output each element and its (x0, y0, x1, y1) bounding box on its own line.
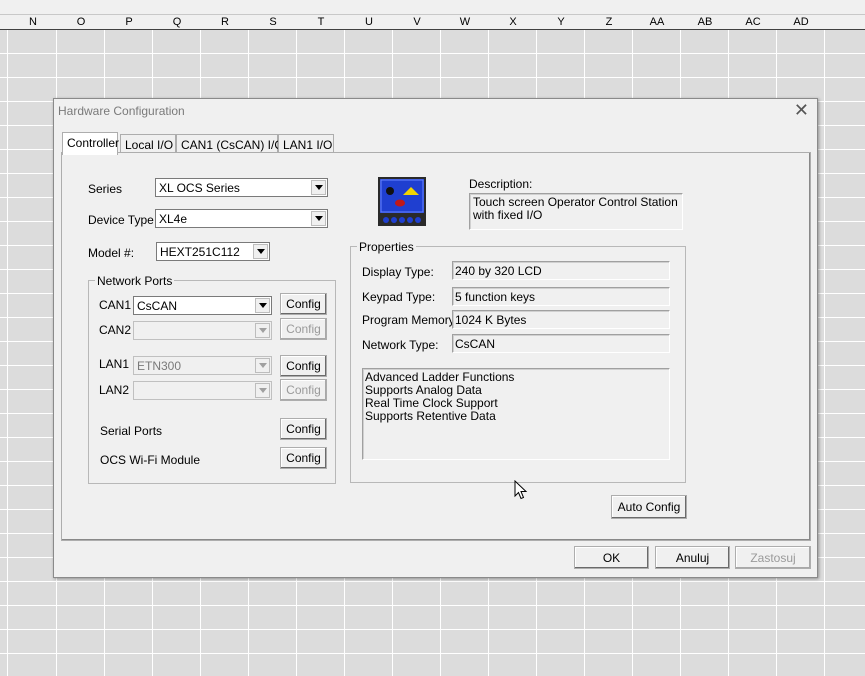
column-header-n[interactable]: N (9, 16, 57, 28)
can1-value: CsCAN (137, 299, 178, 313)
tab-lan1-io[interactable]: LAN1 I/O (278, 134, 334, 154)
network-type-value: CsCAN (455, 337, 496, 351)
network-ports-title: Network Ports (95, 274, 175, 288)
device-type-dropdown[interactable]: XL4e (155, 209, 328, 228)
column-header-r[interactable]: R (201, 16, 249, 28)
lan1-value: ETN300 (137, 359, 182, 373)
lan2-dropdown[interactable] (133, 381, 272, 400)
network-type-label: Network Type: (362, 338, 439, 352)
column-header-u[interactable]: U (345, 16, 393, 28)
column-header-t[interactable]: T (297, 16, 345, 28)
series-label: Series (88, 182, 123, 196)
auto-config-button[interactable]: Auto Config (611, 495, 687, 519)
model-dropdown[interactable]: HEXT251C112 (156, 242, 270, 261)
device-image-icon (378, 177, 426, 226)
can1-dropdown[interactable]: CsCAN (133, 296, 272, 315)
display-type-field: 240 by 320 LCD (452, 261, 670, 280)
serial-ports-config-button[interactable]: Config (280, 418, 327, 440)
column-header-ab[interactable]: AB (681, 16, 729, 28)
lan2-label: LAN2 (99, 383, 130, 397)
column-header-ad[interactable]: AD (777, 16, 825, 28)
network-type-field: CsCAN (452, 334, 670, 353)
column-header-o[interactable]: O (57, 16, 105, 28)
wifi-module-config-button[interactable]: Config (280, 447, 327, 469)
program-memory-field: 1024 K Bytes (452, 310, 670, 329)
tab-controller[interactable]: Controller (62, 132, 119, 155)
chevron-down-icon[interactable] (255, 323, 270, 338)
mouse-pointer-icon (514, 479, 528, 500)
model-label: Model #: (88, 246, 135, 260)
display-type-value: 240 by 320 LCD (455, 264, 542, 278)
lan2-config-button[interactable]: Config (280, 379, 327, 401)
serial-ports-label: Serial Ports (100, 424, 163, 438)
series-value: XL OCS Series (159, 181, 240, 195)
column-header-q[interactable]: Q (153, 16, 201, 28)
column-header-s[interactable]: S (249, 16, 297, 28)
tab-local-io[interactable]: Local I/O (120, 134, 176, 154)
ok-button[interactable]: OK (574, 546, 649, 569)
chevron-down-icon[interactable] (255, 358, 270, 373)
can2-dropdown[interactable] (133, 321, 272, 340)
program-memory-label: Program Memory: (362, 313, 459, 327)
chevron-down-icon[interactable] (311, 211, 326, 226)
keypad-type-label: Keypad Type: (362, 290, 436, 304)
column-header-x[interactable]: X (489, 16, 537, 28)
model-value: HEXT251C112 (160, 245, 240, 259)
dialog-title: Hardware Configuration (58, 104, 185, 118)
can2-config-button[interactable]: Config (280, 318, 327, 340)
display-type-label: Display Type: (362, 265, 434, 279)
series-dropdown[interactable]: XL OCS Series (155, 178, 328, 197)
column-header-y[interactable]: Y (537, 16, 585, 28)
chevron-down-icon[interactable] (311, 180, 326, 195)
properties-title: Properties (357, 240, 416, 254)
chevron-down-icon[interactable] (255, 298, 270, 313)
can1-config-button[interactable]: Config (280, 293, 327, 315)
spreadsheet-column-header: N O P Q R S T U V W X Y Z AA AB AC AD (0, 14, 865, 30)
lan1-dropdown[interactable]: ETN300 (133, 356, 272, 375)
apply-button[interactable]: Zastosuj (735, 546, 811, 569)
column-header-p[interactable]: P (105, 16, 153, 28)
app-top-strip (0, 0, 865, 14)
column-header-ac[interactable]: AC (729, 16, 777, 28)
lan1-config-button[interactable]: Config (280, 355, 327, 377)
controller-tab-panel: Series XL OCS Series Device Type XL4e Mo… (61, 152, 811, 541)
description-box: Touch screen Operator Control Station wi… (469, 193, 683, 230)
wifi-module-label: OCS Wi-Fi Module (100, 453, 201, 467)
hardware-configuration-dialog: Hardware Configuration ✕ Controller Loca… (53, 98, 818, 578)
chevron-down-icon[interactable] (255, 383, 270, 398)
device-type-label: Device Type (88, 213, 154, 227)
column-header-w[interactable]: W (441, 16, 489, 28)
list-item: Supports Retentive Data (365, 409, 496, 423)
close-icon[interactable]: ✕ (794, 100, 809, 121)
program-memory-value: 1024 K Bytes (455, 313, 527, 327)
device-type-value: XL4e (159, 212, 188, 226)
column-header-aa[interactable]: AA (633, 16, 681, 28)
cancel-button[interactable]: Anuluj (655, 546, 730, 569)
column-header-v[interactable]: V (393, 16, 441, 28)
keypad-type-value: 5 function keys (455, 290, 536, 304)
features-list: Advanced Ladder Functions Supports Analo… (362, 368, 670, 460)
can2-label: CAN2 (99, 323, 132, 337)
keypad-type-field: 5 function keys (452, 287, 670, 306)
can1-label: CAN1 (99, 298, 132, 312)
chevron-down-icon[interactable] (253, 244, 268, 259)
tab-can1-io[interactable]: CAN1 (CsCAN) I/O (176, 134, 284, 154)
column-header-z[interactable]: Z (585, 16, 633, 28)
lan1-label: LAN1 (99, 357, 130, 371)
description-label: Description: (469, 177, 533, 191)
